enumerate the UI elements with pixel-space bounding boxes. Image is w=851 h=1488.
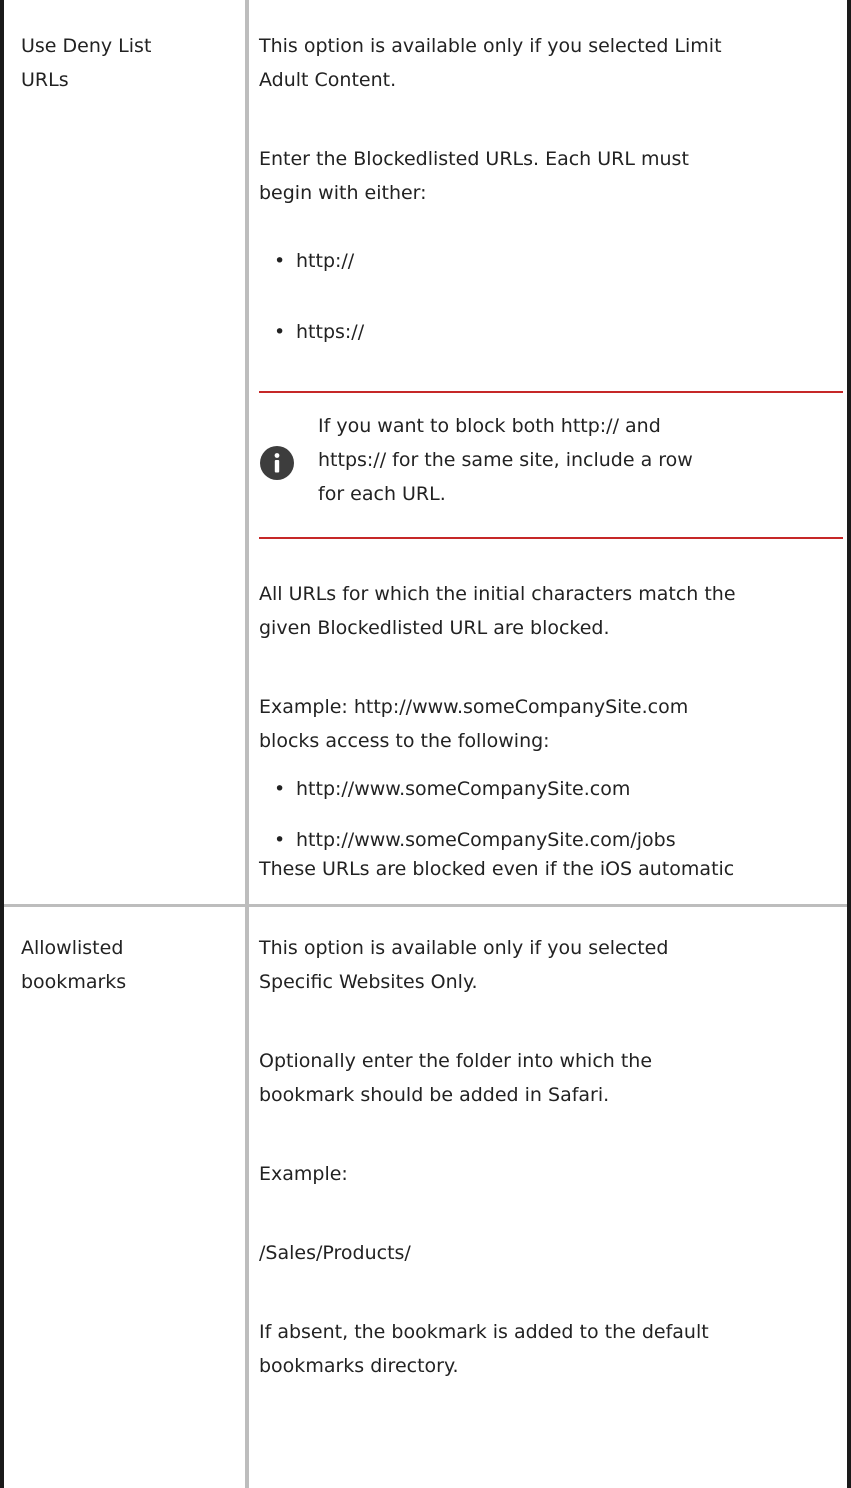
row-label-line: bookmarks [21,971,127,993]
doc-table: Use Deny List URLs This option is availa… [0,0,851,1488]
bullet-icon: • [274,778,286,800]
row-label-line: Use Deny List [21,35,152,57]
paragraph-line: Example: http://www.someCompanySite.com [259,696,689,718]
paragraph-line: Optionally enter the folder into which t… [259,1050,653,1072]
bullet-icon: • [274,321,286,343]
row-divider [4,904,847,907]
column-divider [245,0,249,1488]
note-bottom-rule [259,537,843,539]
table-right-border [847,0,851,1488]
paragraph-line: These URLs are blocked even if the iOS a… [259,858,735,880]
note-line: If you want to block both http:// and [318,415,661,437]
paragraph-line: bookmarks directory. [259,1355,459,1377]
paragraph-line: Adult Content. [259,69,397,91]
paragraph-line: Example: [259,1163,348,1185]
paragraph-line: This option is available only if you sel… [259,937,669,959]
paragraph-line: bookmark should be added in Safari. [259,1084,610,1106]
paragraph-line: All URLs for which the initial character… [259,583,736,605]
note-line: for each URL. [318,483,446,505]
bullet-icon: • [274,829,286,851]
bullet-item: http://www.someCompanySite.com/jobs [296,829,676,851]
bullet-item: http://www.someCompanySite.com [296,778,631,800]
paragraph-line: begin with either: [259,182,427,204]
bullet-icon: • [274,250,286,272]
table-left-border [0,0,4,1488]
paragraph-line: If absent, the bookmark is added to the … [259,1321,709,1343]
row-label-line: Allowlisted [21,937,124,959]
paragraph-line: given Blockedlisted URL are blocked. [259,617,610,639]
bullet-item: https:// [296,321,365,343]
note-top-rule [259,391,843,393]
paragraph-line: This option is available only if you sel… [259,35,722,57]
paragraph-line: /Sales/Products/ [259,1242,411,1264]
note-line: https:// for the same site, include a ro… [318,449,693,471]
row-label-line: URLs [21,69,69,91]
info-icon [260,446,294,480]
paragraph-line: Enter the Blockedlisted URLs. Each URL m… [259,148,689,170]
paragraph-line: Specific Websites Only. [259,971,478,993]
bullet-item: http:// [296,250,355,272]
paragraph-line: blocks access to the following: [259,730,550,752]
